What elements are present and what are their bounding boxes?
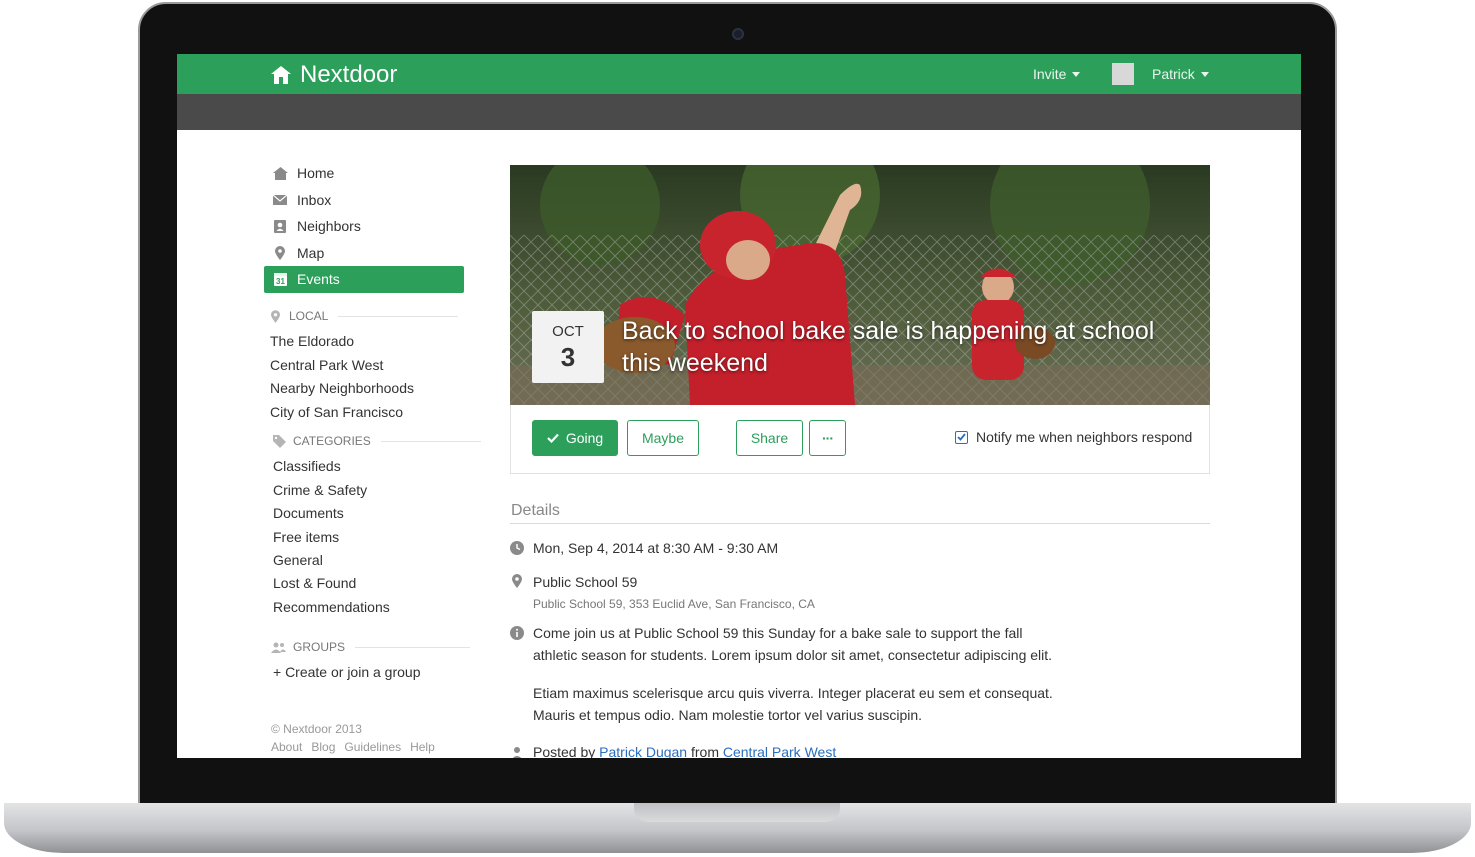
top-bar: Nextdoor Invite Patrick bbox=[177, 54, 1301, 94]
chevron-down-icon bbox=[1200, 71, 1209, 77]
clock-icon bbox=[510, 541, 524, 555]
laptop-notch bbox=[634, 803, 840, 822]
event-posted-by: Posted by Patrick Dugan from Central Par… bbox=[533, 744, 837, 758]
checkmark-icon bbox=[957, 433, 966, 441]
browser-screen: Nextdoor Invite Patrick Home Inbox Neigh… bbox=[177, 54, 1301, 758]
event-description-line: Come join us at Public School 59 this Su… bbox=[533, 625, 1023, 641]
event-datetime: Mon, Sep 4, 2014 at 8:30 AM - 9:30 AM bbox=[533, 540, 779, 556]
brand-logo[interactable]: Nextdoor bbox=[270, 61, 397, 89]
avatar[interactable] bbox=[1112, 63, 1134, 85]
create-group-link[interactable]: + Create or join a group bbox=[273, 664, 420, 680]
category-item[interactable]: Documents bbox=[273, 505, 344, 521]
sidebar-item-inbox[interactable]: Inbox bbox=[264, 187, 464, 214]
event-day: 3 bbox=[560, 342, 576, 372]
sidebar-nav: Home Inbox Neighbors Map 31 Events bbox=[264, 160, 464, 293]
house-icon bbox=[271, 66, 291, 84]
event-description-line: athletic season for students. Lorem ipsu… bbox=[533, 647, 1053, 663]
footer-link-help[interactable]: Help bbox=[410, 740, 435, 754]
notify-checkbox-row[interactable]: Notify me when neighbors respond bbox=[955, 429, 1192, 445]
groups-heading: GROUPS bbox=[271, 640, 471, 654]
map-pin-icon bbox=[271, 309, 280, 323]
details-heading: Details bbox=[511, 502, 560, 519]
category-item[interactable]: Free items bbox=[273, 529, 339, 545]
local-item[interactable]: Nearby Neighborhoods bbox=[270, 380, 414, 396]
calendar-icon: 31 bbox=[273, 272, 287, 286]
svg-text:31: 31 bbox=[276, 277, 285, 286]
local-heading: LOCAL bbox=[271, 309, 459, 323]
footer-link-about[interactable]: About bbox=[271, 740, 302, 754]
sub-bar bbox=[177, 94, 1301, 130]
event-date-card: OCT 3 bbox=[532, 311, 604, 383]
sidebar-item-neighbors[interactable]: Neighbors bbox=[264, 213, 464, 240]
checkmark-icon bbox=[547, 433, 559, 443]
sidebar-item-label: Map bbox=[297, 244, 325, 261]
sidebar-item-map[interactable]: Map bbox=[264, 240, 464, 267]
map-pin-icon bbox=[275, 245, 285, 260]
sidebar-item-home[interactable]: Home bbox=[264, 160, 464, 187]
category-item[interactable]: Lost & Found bbox=[273, 575, 356, 591]
share-button[interactable]: Share bbox=[736, 420, 803, 456]
user-menu[interactable]: Patrick bbox=[1152, 66, 1209, 82]
event-hero-image: OCT 3 Back to school bake sale is happen… bbox=[510, 165, 1210, 405]
people-icon bbox=[271, 642, 286, 653]
category-item[interactable]: Recommendations bbox=[273, 599, 390, 615]
notify-label: Notify me when neighbors respond bbox=[976, 429, 1193, 445]
event-title: Back to school bake sale is happening at… bbox=[622, 317, 1155, 377]
brand-name: Nextdoor bbox=[300, 61, 398, 88]
neighborhood-link[interactable]: Central Park West bbox=[723, 744, 836, 758]
contact-card-icon bbox=[274, 219, 286, 233]
notify-checkbox[interactable] bbox=[955, 430, 968, 444]
details-divider bbox=[510, 523, 1210, 524]
sidebar-item-label: Home bbox=[297, 165, 335, 182]
person-icon bbox=[512, 747, 522, 758]
going-button[interactable]: Going bbox=[532, 420, 618, 456]
sidebar-item-events[interactable]: 31 Events bbox=[264, 266, 464, 293]
footer-link-guidelines[interactable]: Guidelines bbox=[344, 740, 401, 754]
local-item[interactable]: The Eldorado bbox=[270, 333, 354, 349]
footer-links: About Blog Guidelines Help bbox=[271, 740, 435, 754]
sidebar-item-label: Events bbox=[297, 271, 340, 288]
home-icon bbox=[272, 166, 288, 180]
local-item[interactable]: City of San Francisco bbox=[270, 404, 403, 420]
event-action-bar: Going Maybe Share ··· Notify me when nei… bbox=[510, 405, 1210, 474]
event-description-line: Mauris et tempus odio. Nam molestie tort… bbox=[533, 707, 923, 723]
category-item[interactable]: Crime & Safety bbox=[273, 482, 367, 498]
invite-label: Invite bbox=[1033, 66, 1067, 82]
event-location-name[interactable]: Public School 59 bbox=[533, 571, 637, 593]
tag-icon bbox=[273, 434, 286, 448]
more-options-button[interactable]: ··· bbox=[809, 420, 846, 456]
map-pin-icon bbox=[512, 574, 522, 588]
local-item[interactable]: Central Park West bbox=[270, 357, 383, 373]
chevron-down-icon bbox=[1072, 71, 1081, 77]
sidebar-item-label: Inbox bbox=[297, 191, 332, 208]
maybe-button[interactable]: Maybe bbox=[627, 420, 699, 456]
invite-menu[interactable]: Invite bbox=[1033, 66, 1081, 82]
category-item[interactable]: General bbox=[273, 552, 323, 568]
event-month: OCT bbox=[552, 323, 584, 340]
sidebar-item-label: Neighbors bbox=[297, 218, 361, 235]
info-icon bbox=[510, 626, 524, 640]
user-label: Patrick bbox=[1152, 66, 1195, 82]
envelope-icon bbox=[273, 194, 287, 205]
camera-icon bbox=[732, 28, 744, 40]
author-link[interactable]: Patrick Dugan bbox=[599, 744, 687, 758]
footer-link-blog[interactable]: Blog bbox=[311, 740, 335, 754]
event-description-line: Etiam maximus scelerisque arcu quis vive… bbox=[533, 685, 1053, 701]
copyright-text: © Nextdoor 2013 bbox=[271, 722, 362, 736]
ellipsis-icon: ··· bbox=[822, 430, 834, 446]
categories-heading: CATEGORIES bbox=[273, 434, 481, 448]
category-item[interactable]: Classifieds bbox=[273, 458, 341, 474]
event-location-address: Public School 59, 353 Euclid Ave, San Fr… bbox=[533, 597, 815, 611]
